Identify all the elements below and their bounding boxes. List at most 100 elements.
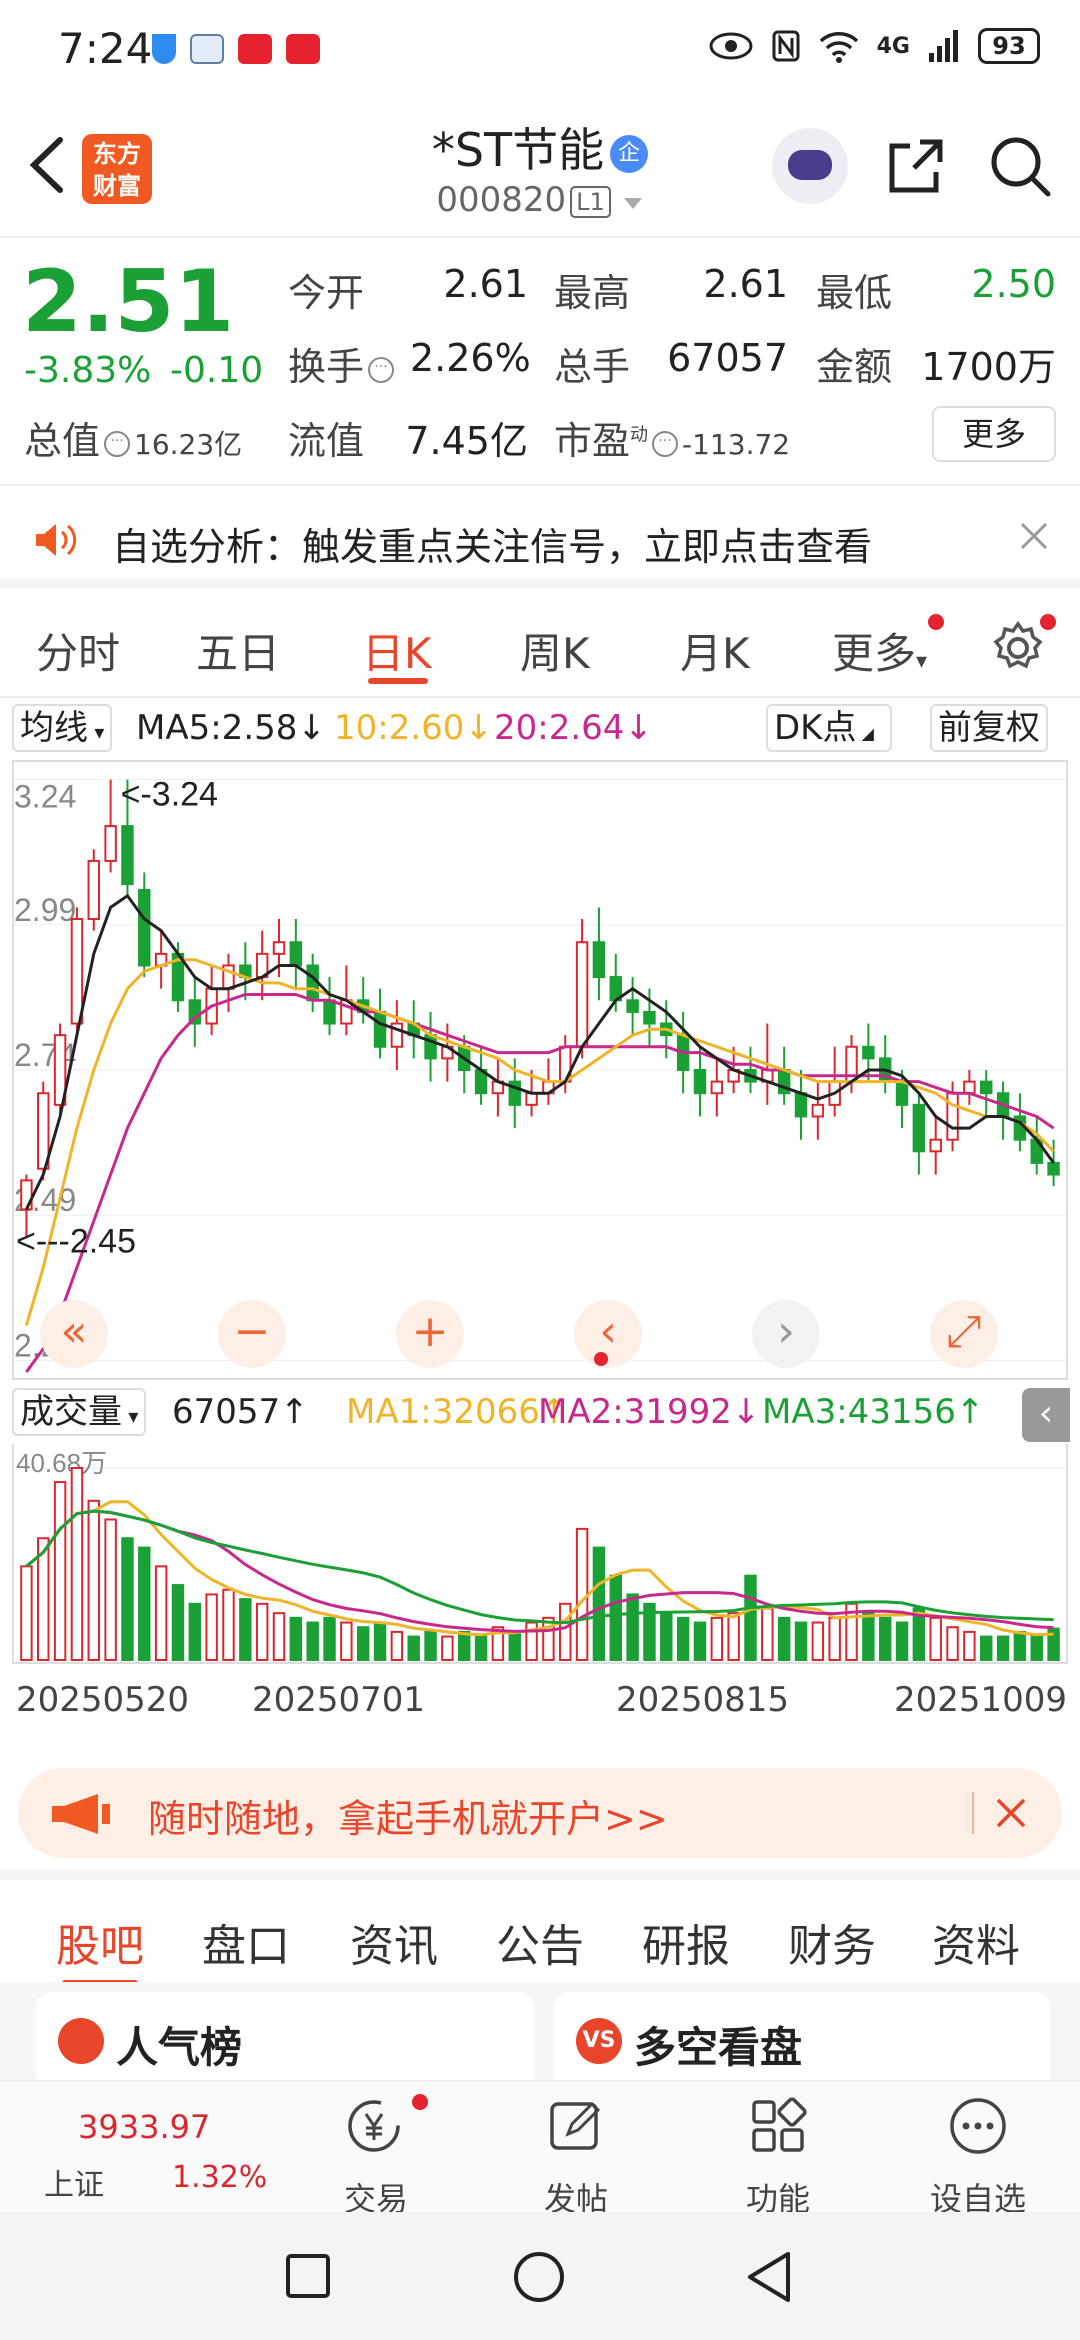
volume-bar [761, 1607, 774, 1662]
volume-bar [171, 1584, 185, 1661]
tab-weekly-k[interactable]: 周K [520, 620, 590, 681]
settings-gear-icon[interactable] [990, 620, 1046, 676]
tab-finance[interactable]: 财务 [788, 1910, 876, 1974]
volume-bar [407, 1635, 420, 1662]
volume-svg: 40.68万 [14, 1448, 1066, 1662]
volume-bar [710, 1616, 724, 1661]
fullscreen-button[interactable]: ⤢ [930, 1300, 998, 1368]
ma-legend: 均线 ▾ MA5:2.58↓ 10:2.60↓ 20:2.64↓ DK点 ◢ 前… [0, 700, 1080, 756]
volume-bar [559, 1602, 572, 1661]
date-label: 20250520 [16, 1680, 190, 1720]
scroll-left-fast-button[interactable]: « [40, 1300, 108, 1368]
volume-bar [87, 1499, 100, 1661]
tab-research[interactable]: 研报 [642, 1910, 730, 1974]
change-amount: -0.10 [170, 350, 264, 391]
more-dots-icon[interactable] [948, 2096, 1008, 2156]
index-value[interactable]: 3933.97 [78, 2108, 210, 2146]
trade-yen-icon[interactable] [344, 2096, 404, 2156]
tab-more[interactable]: 更多▾ [832, 620, 927, 681]
volume-value: 67057↑ [172, 1392, 309, 1432]
volume-bar [980, 1635, 993, 1662]
candle-body [710, 1080, 724, 1095]
card-title: 多空看盘 [634, 2023, 803, 2072]
mail-notification-icon-2 [286, 34, 320, 64]
info-dots-icon[interactable]: ··· [368, 356, 395, 383]
volume-bar [1013, 1630, 1027, 1661]
tab-pankou[interactable]: 盘口 [202, 1910, 290, 1974]
volume-bar [441, 1635, 454, 1662]
candle-body [912, 1103, 926, 1153]
analysis-notice[interactable]: 自选分析：触发重点关注信号，立即点击查看 [0, 488, 1080, 588]
recent-apps-icon[interactable] [284, 2252, 332, 2300]
network-type: 4G [876, 33, 910, 59]
volume-bar [727, 1612, 740, 1661]
long-short-card[interactable]: VS 多空看盘 [554, 1992, 1050, 2092]
banner-close-icon[interactable] [994, 1796, 1028, 1830]
adjust-button[interactable]: 前复权 [930, 704, 1048, 752]
trade-red-dot [412, 2094, 428, 2110]
more-button[interactable]: 更多 [932, 406, 1056, 462]
ai-assistant-icon[interactable] [772, 128, 848, 204]
stock-code: 000820 [436, 180, 567, 220]
scroll-right-button[interactable]: › [752, 1300, 820, 1368]
volume-bar [963, 1630, 976, 1661]
popularity-card[interactable]: 人气榜 [36, 1992, 534, 2092]
volume-bar [356, 1626, 370, 1661]
more-red-dot [928, 614, 944, 630]
volume-bar [20, 1565, 33, 1661]
signal-icon [929, 30, 958, 62]
kline-chart[interactable]: 3.242.992.742.492.24<-3.24<---2.45 [12, 760, 1068, 1380]
tab-intraday[interactable]: 分时 [36, 620, 120, 681]
volume-bar [878, 1616, 892, 1661]
index-name[interactable]: 上证 [44, 2160, 104, 2204]
level-badge: L1 [570, 185, 611, 218]
volume-bar [340, 1621, 353, 1662]
eye-icon [709, 32, 753, 60]
active-tab-indicator [368, 678, 428, 684]
tab-announcements[interactable]: 公告 [496, 1910, 584, 1974]
search-icon[interactable] [988, 134, 1052, 198]
volume-bar [474, 1635, 488, 1662]
zoom-in-button[interactable]: + [396, 1300, 464, 1368]
back-nav-icon[interactable] [744, 2250, 794, 2304]
tab-monthly-k[interactable]: 月K [680, 620, 750, 681]
home-icon[interactable] [512, 2250, 566, 2304]
tab-profile[interactable]: 资料 [932, 1910, 1020, 1974]
volume-chart[interactable]: 40.68万 [12, 1444, 1068, 1664]
zoom-out-button[interactable]: − [218, 1300, 286, 1368]
candle-body [70, 918, 84, 1025]
tab-daily-k[interactable]: 日K [362, 620, 432, 681]
index-change[interactable]: 1.32% [172, 2160, 267, 2195]
stock-header: 东方财富 *ST节能企 000820 L1 [0, 100, 1080, 238]
candle-body [980, 1080, 993, 1095]
functions-grid-icon[interactable] [748, 2096, 808, 2156]
candle-body [811, 1103, 825, 1118]
scroll-left-button[interactable]: ‹ [574, 1300, 642, 1368]
close-icon[interactable] [1018, 520, 1050, 552]
share-icon[interactable] [884, 134, 948, 198]
candle-body [929, 1138, 942, 1153]
volume-bar [811, 1621, 825, 1662]
volume-bar [289, 1616, 303, 1661]
volume-bar [239, 1598, 252, 1661]
volume-selector[interactable]: 成交量 ▾ [12, 1388, 147, 1436]
turnover-label: 换手 ··· [288, 336, 398, 391]
collapse-panel-button[interactable]: ‹ [1022, 1388, 1070, 1442]
candle-body [1047, 1161, 1060, 1176]
info-dots-icon-3[interactable]: ··· [652, 430, 679, 457]
ma20-line [25, 993, 1055, 1373]
volume-bar [323, 1616, 336, 1661]
status-bar: 7:24 4G 93 [0, 0, 1080, 100]
dk-point-button[interactable]: DK点 ◢ [766, 704, 892, 752]
post-edit-icon[interactable] [546, 2096, 606, 2156]
tab-five-day[interactable]: 五日 [196, 620, 280, 681]
tab-news[interactable]: 资讯 [350, 1910, 438, 1974]
open-account-banner[interactable]: 随时随地，拿起手机就开户>> [18, 1768, 1062, 1858]
info-dots-icon-2[interactable]: ··· [104, 430, 131, 457]
ma20-value: 20:2.64↓ [494, 708, 653, 748]
date-label: 20250701 [252, 1680, 426, 1720]
ma-selector[interactable]: 均线 ▾ [12, 704, 113, 752]
candle-body [138, 888, 151, 967]
tab-guba[interactable]: 股吧 [56, 1910, 144, 1974]
candle-body [104, 825, 117, 862]
